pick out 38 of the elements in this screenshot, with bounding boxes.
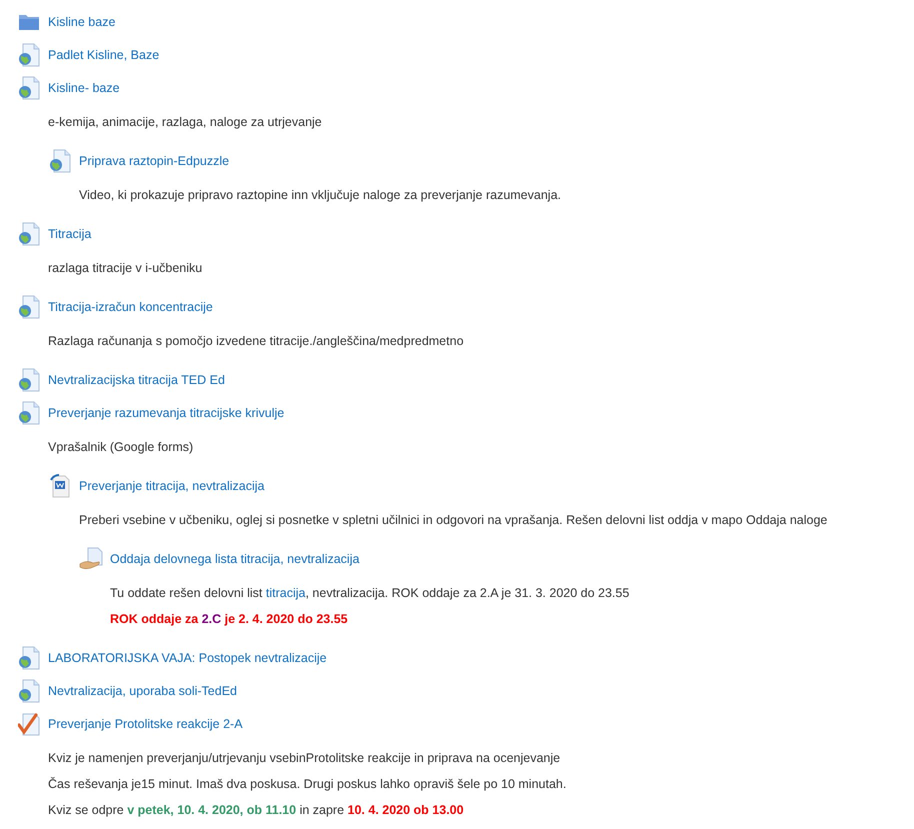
activity-link[interactable]: Nevtralizacijska titracija TED Ed xyxy=(48,372,225,386)
web-page-icon xyxy=(17,646,41,670)
activity-link[interactable]: LABORATORIJSKA VAJA: Postopek nevtralizacije xyxy=(48,650,327,664)
web-page-icon xyxy=(17,294,41,318)
web-page-icon xyxy=(17,400,41,424)
activity-link[interactable]: Titracija-izračun koncentracije xyxy=(48,300,213,314)
activity-link[interactable]: Nevtralizacija, uporaba soli-TedEd xyxy=(48,684,237,698)
text-link[interactable]: titracija xyxy=(266,586,306,600)
document-icon xyxy=(49,474,71,498)
description-text: razlaga titracije v i-učbeniku xyxy=(48,261,202,275)
description-text: Razlaga računanja s pomočjo izvedene titracije./angleščina/medpredmetno xyxy=(48,334,464,348)
hand-with-page-icon xyxy=(79,546,103,570)
activity-link[interactable]: Preverjanje razumevanja titracijske krivulje xyxy=(48,406,284,420)
web-page-icon xyxy=(17,678,41,702)
web-page-icon xyxy=(48,148,72,172)
description-text: Vprašalnik (Google forms) xyxy=(48,440,194,454)
activity-link[interactable]: Kisline- baze xyxy=(48,80,120,94)
description-text: Kviz se odpre v petek, 10. 4. 2020, ob 11.10 in zapre 10. 4. 2020 ob 13.00 xyxy=(48,803,464,817)
activity-link[interactable]: Padlet Kisline, Baze xyxy=(48,48,160,62)
folder-icon xyxy=(18,12,40,30)
activity-link[interactable]: Preverjanje titracija, nevtralizacija xyxy=(79,478,264,492)
description-text: Preberi vsebine v učbeniku, oglej si posnetke v spletni učilnici in odgovori na vprašanja. Rešen delovni list oddja v mapo Oddaja naloge xyxy=(79,513,828,527)
web-page-icon xyxy=(17,368,41,392)
activity-link[interactable]: Priprava raztopin-Edpuzzle xyxy=(79,154,230,168)
activity-link[interactable]: Titracija xyxy=(48,226,92,240)
description-text: Video, ki prokazuje pripravo raztopine inn vključuje naloge za preverjanje razumevanja. xyxy=(79,188,561,202)
description-text: Čas reševanja je15 minut. Imaš dva poskusa. Drugi poskus lahko opraviš šele po 10 minutah. xyxy=(48,777,566,791)
activity-link[interactable]: Preverjanje Protolitske reakcije 2-A xyxy=(48,716,243,730)
check-icon xyxy=(18,712,40,736)
description-text: Kviz je namenjen preverjanju/utrjevanju vsebinProtolitske reakcije in priprava na ocenjevanje xyxy=(48,751,560,765)
web-page-icon xyxy=(17,76,41,100)
activity-link[interactable]: Oddaja delovnega lista titracija, nevtralizacija xyxy=(110,552,360,566)
web-page-icon xyxy=(17,42,41,66)
description-text: e-kemija, animacije, razlaga, naloge za utrjevanje xyxy=(48,115,322,129)
web-page-icon xyxy=(17,222,41,246)
description-text: Tu oddate rešen delovni list titracija, nevtralizacija. ROK oddaje za 2.A je 31. 3. 2020 do 23.55 xyxy=(110,586,630,600)
description-text: ROK oddaje za 2.C je 2. 4. 2020 do 23.55 xyxy=(110,612,348,626)
activity-link[interactable]: Kisline baze xyxy=(48,14,116,28)
